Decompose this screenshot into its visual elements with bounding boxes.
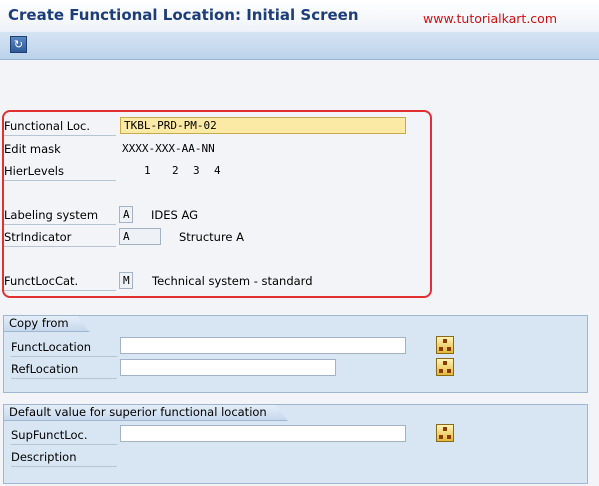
application-toolbar: ↻ — [0, 32, 599, 60]
hier-level-1: 1 — [144, 164, 151, 177]
hier-level-2: 2 — [172, 164, 179, 177]
funct-location-input[interactable] — [120, 337, 406, 354]
sup-funct-loc-input[interactable] — [120, 425, 406, 442]
hierarchy-icon[interactable] — [436, 336, 454, 354]
edit-mask-label: Edit mask — [4, 142, 61, 156]
str-indicator-label: StrIndicator — [4, 230, 116, 247]
str-indicator-description: Structure A — [179, 230, 245, 244]
hier-levels-label: HierLevels — [4, 164, 116, 181]
functional-loc-input[interactable]: TKBL-PRD-PM-02 — [120, 117, 406, 134]
title-bar: Create Functional Location: Initial Scre… — [0, 0, 599, 32]
labeling-system-field[interactable]: A — [119, 206, 133, 223]
refresh-icon[interactable]: ↻ — [10, 36, 27, 53]
labeling-system-label: Labeling system — [4, 208, 116, 225]
hierarchy-icon[interactable] — [436, 424, 454, 442]
str-indicator-field[interactable]: A — [119, 228, 161, 245]
hierarchy-icon[interactable] — [436, 358, 454, 376]
page-title: Create Functional Location: Initial Scre… — [8, 6, 359, 24]
sup-funct-loc-label: SupFunctLoc. — [11, 428, 117, 445]
funct-location-label: FunctLocation — [11, 340, 117, 357]
ref-location-input[interactable] — [120, 359, 336, 376]
edit-mask-value: XXXX-XXX-AA-NN — [122, 142, 215, 155]
labeling-system-description: IDES AG — [151, 208, 199, 222]
highlight-frame — [2, 110, 432, 298]
functional-loc-label: Functional Loc. — [4, 119, 116, 136]
description-label: Description — [11, 450, 117, 467]
funct-loc-cat-label: FunctLocCat. — [4, 274, 116, 291]
brand-text: www.tutorialkart.com — [423, 11, 558, 26]
ref-location-label: RefLocation — [11, 362, 117, 379]
copy-from-title: Copy from — [4, 316, 90, 332]
funct-loc-cat-description: Technical system - standard — [152, 274, 313, 288]
funct-loc-cat-field[interactable]: M — [119, 272, 133, 289]
hier-level-4: 4 — [214, 164, 221, 177]
hier-level-3: 3 — [193, 164, 200, 177]
superior-location-title: Default value for superior functional lo… — [4, 405, 288, 421]
